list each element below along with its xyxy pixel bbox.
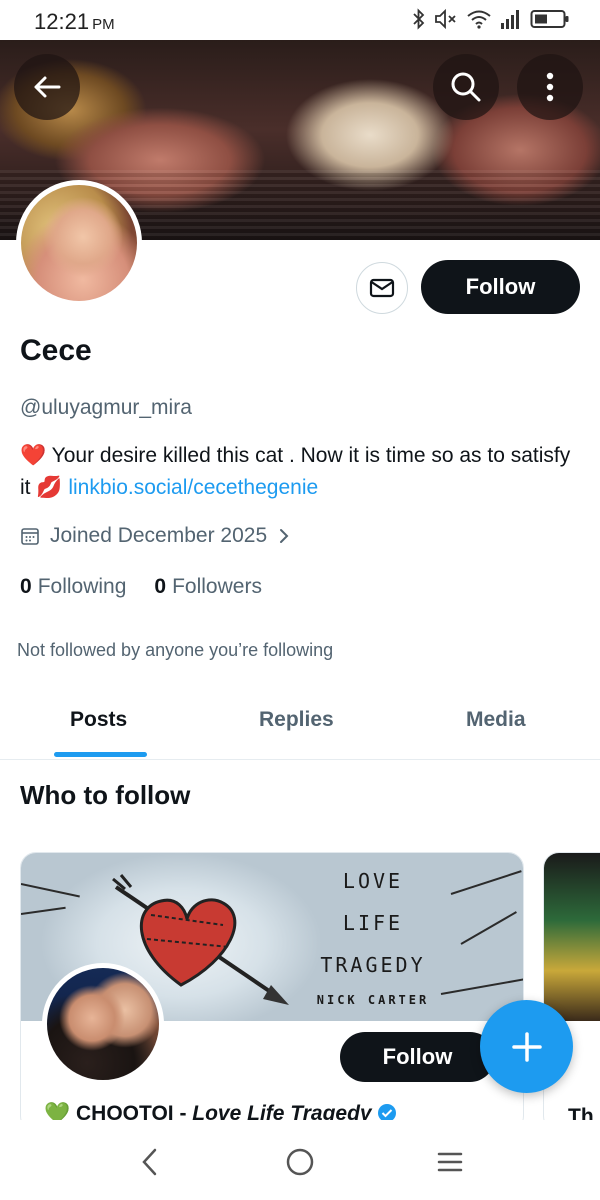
profile-tabs: Posts Replies Media: [0, 690, 600, 760]
suggestion-card-2[interactable]: Th: [543, 852, 600, 1132]
chevron-right-icon: [280, 529, 289, 543]
heart-emoji: ❤️: [20, 444, 47, 467]
calendar-icon: [21, 528, 39, 545]
nav-back-button[interactable]: [130, 1142, 170, 1182]
banner-text-artist: NICK CARTER: [316, 993, 430, 1007]
joined-text: Joined December 2025: [50, 524, 268, 547]
who-to-follow-title: Who to follow: [20, 780, 191, 810]
active-tab-indicator: [54, 752, 147, 757]
search-button[interactable]: [433, 54, 499, 120]
tab-posts[interactable]: Posts: [70, 708, 127, 732]
message-button[interactable]: [356, 262, 408, 314]
followers-link[interactable]: 0 Followers: [154, 575, 262, 599]
battery-icon: [530, 10, 569, 28]
more-vertical-icon: [546, 72, 554, 102]
status-time: 12:21 PM: [34, 9, 115, 34]
status-icons: [412, 8, 570, 30]
profile-bio: ❤️ Your desire killed this cat . Now it …: [20, 440, 585, 504]
back-nav-icon: [142, 1148, 157, 1176]
back-button[interactable]: [14, 54, 80, 120]
tab-media[interactable]: Media: [466, 708, 526, 732]
following-link[interactable]: 0 Following: [20, 575, 126, 599]
banner-text-tragedy: TRAGEDY: [320, 953, 426, 977]
banner-text-love: LOVE: [342, 869, 404, 893]
status-bar: 12:21 PM: [0, 0, 600, 40]
suggestion-banner-2: [544, 853, 600, 1021]
suggestion-avatar[interactable]: [42, 963, 164, 1085]
more-button[interactable]: [517, 54, 583, 120]
lips-emoji: 💋: [36, 476, 63, 499]
not-followed-note: Not followed by anyone you’re following: [17, 640, 334, 660]
profile-avatar[interactable]: [16, 180, 142, 306]
signal-icon: [501, 10, 519, 29]
nav-recents-button[interactable]: [430, 1142, 470, 1182]
envelope-icon: [369, 278, 395, 298]
system-nav-bar: [0, 1120, 600, 1200]
nav-home-button[interactable]: [280, 1142, 320, 1182]
plus-icon: [511, 1031, 542, 1062]
bio-link[interactable]: linkbio.social/cecethegenie: [68, 476, 318, 499]
search-icon: [451, 72, 481, 102]
wifi-icon: [467, 10, 491, 29]
compose-button[interactable]: [480, 1000, 573, 1093]
profile-handle: @uluyagmur_mira: [20, 396, 192, 419]
joined-date[interactable]: Joined December 2025: [20, 524, 291, 548]
tab-replies[interactable]: Replies: [259, 708, 334, 732]
home-nav-icon: [286, 1148, 314, 1176]
profile-name: Cece: [20, 334, 92, 367]
mute-icon: [435, 8, 456, 30]
bluetooth-icon: [413, 8, 425, 30]
arrow-left-icon: [34, 76, 61, 98]
suggestion-follow-button[interactable]: Follow: [340, 1032, 495, 1082]
follow-button[interactable]: Follow: [421, 260, 580, 314]
recents-nav-icon: [437, 1152, 463, 1172]
banner-text-life: LIFE: [342, 911, 404, 935]
follow-stats: 0 Following 0 Followers: [20, 575, 262, 599]
